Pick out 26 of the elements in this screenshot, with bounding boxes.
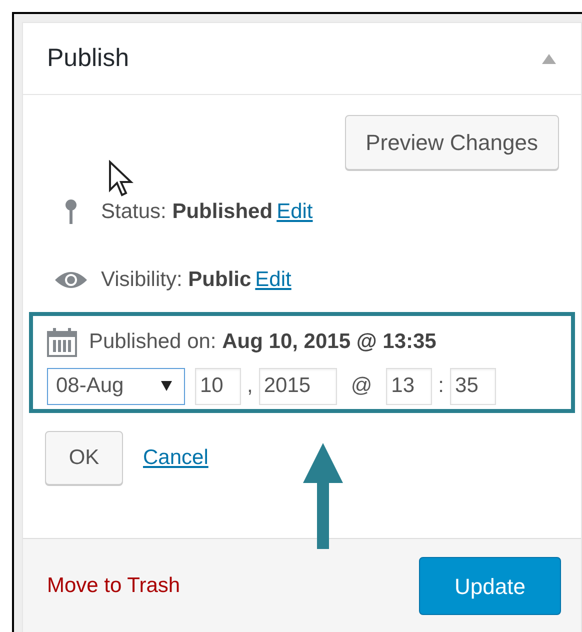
cancel-link[interactable]: Cancel [143, 442, 208, 474]
move-to-trash-link[interactable]: Move to Trash [47, 570, 180, 602]
minute-field[interactable]: 35 [450, 368, 496, 404]
collapse-toggle-icon[interactable] [541, 52, 557, 64]
status-text: Status: Published [101, 199, 273, 226]
edit-link[interactable]: Edit [276, 196, 313, 228]
year-field[interactable]: 2015 [258, 368, 337, 404]
pointer-arrow-icon [302, 443, 344, 549]
at-separator: @ [350, 373, 372, 400]
edit-link[interactable]: Edit [255, 264, 292, 296]
dropdown-caret-icon [161, 381, 172, 391]
month-select[interactable]: 08-Aug [47, 368, 185, 404]
hour-field[interactable]: 13 [386, 368, 432, 404]
update-button[interactable]: Update [419, 557, 561, 615]
pin-icon [65, 199, 77, 225]
time-separator: : [438, 373, 444, 400]
date-separator: , [247, 373, 253, 400]
eye-icon [54, 270, 88, 290]
day-field[interactable]: 10 [195, 368, 241, 404]
panel-title: Publish [47, 42, 129, 74]
calendar-icon [47, 326, 77, 357]
status-text: Visibility: Public [101, 267, 252, 294]
preview-changes-button[interactable]: Preview Changes [344, 115, 559, 170]
ok-button[interactable]: OK [45, 430, 123, 484]
mouse-cursor-icon [108, 160, 134, 198]
published-on-text: Published on: Aug 10, 2015 @ 13:35 [89, 329, 436, 355]
